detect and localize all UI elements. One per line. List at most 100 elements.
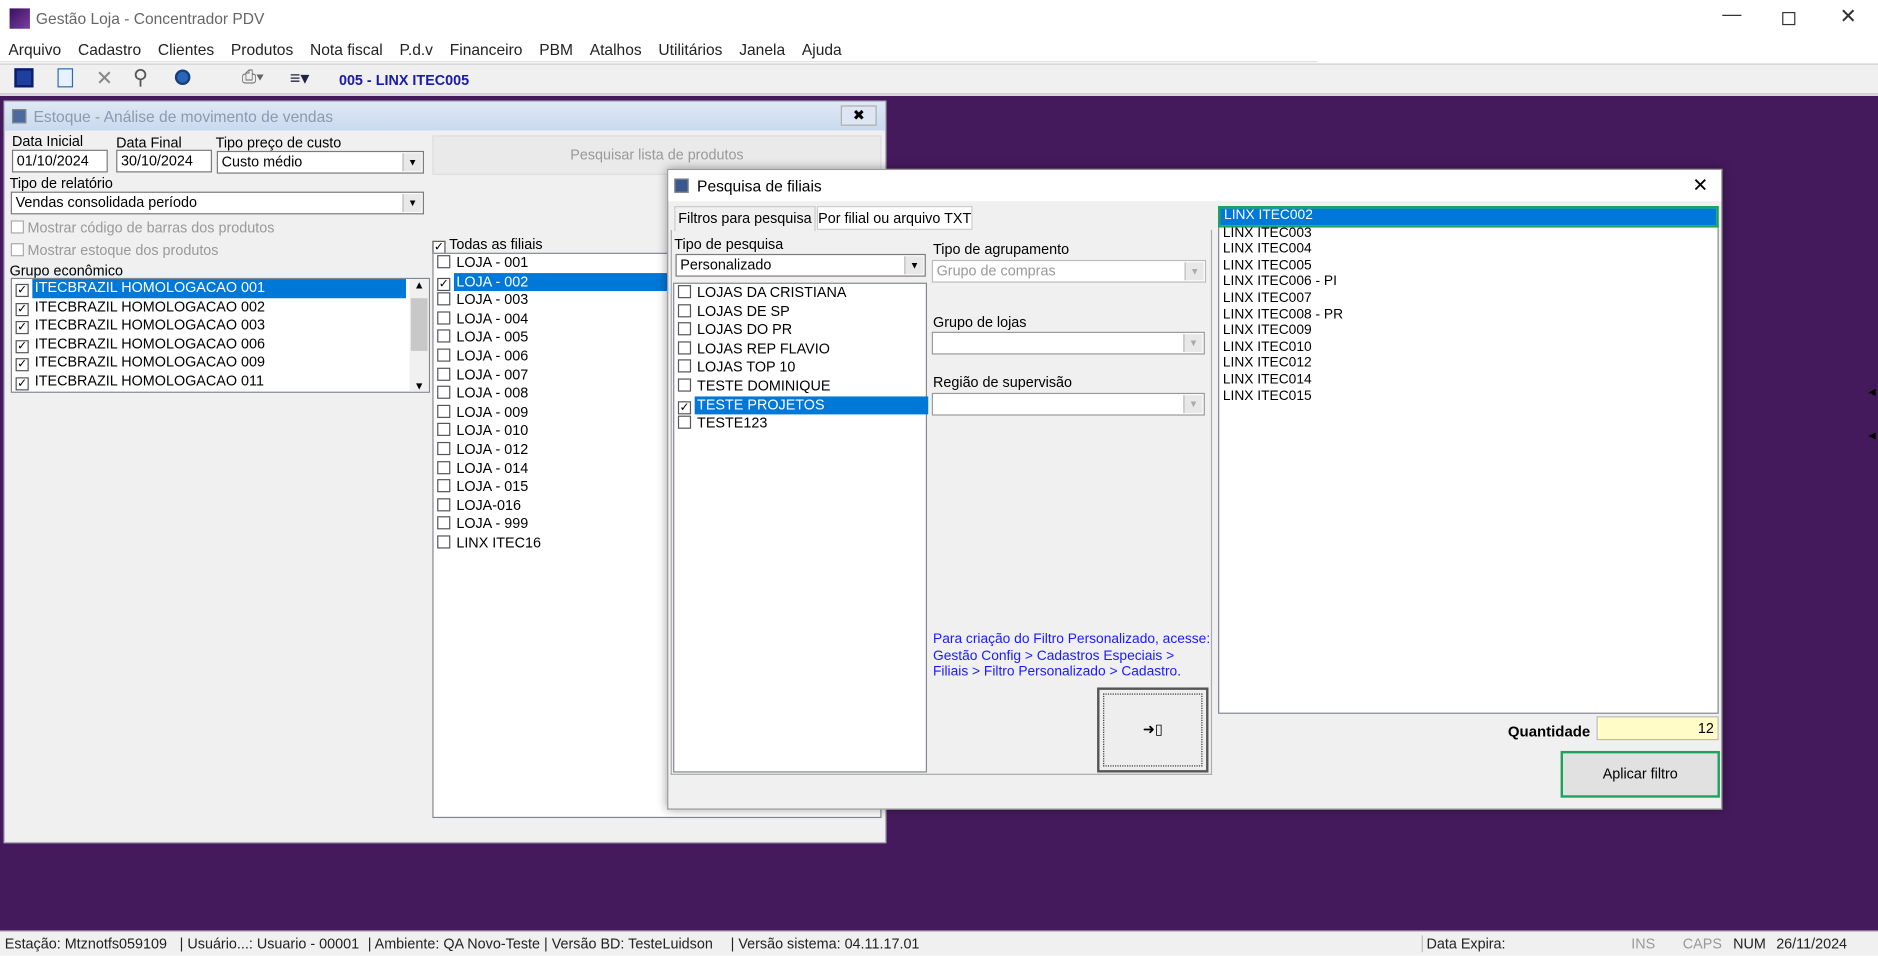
checkbox[interactable] [677,303,692,317]
data-final-input[interactable]: 30/10/2024 [116,149,212,173]
list-item[interactable]: LINX ITEC005 [1219,258,1717,274]
list-item[interactable]: TESTE DOMINIQUE [674,377,926,396]
export-icon[interactable]: ≡▾ [290,67,310,88]
list-item[interactable]: ✓ ITECBRAZIL HOMOLOGACAO 002 [12,298,429,317]
checkbox[interactable]: ✓ [15,377,29,391]
list-item[interactable]: ✓ ITECBRAZIL HOMOLOGACAO 009 [12,354,429,373]
checkbox[interactable] [437,497,451,512]
todas-filiais-checkbox[interactable]: ✓ Todas as filiais [432,236,543,254]
checkbox[interactable]: ✓ [437,277,451,291]
menu-item[interactable]: Financeiro [450,37,523,61]
menu-item[interactable]: Clientes [158,37,214,61]
checkbox[interactable]: ✓ [15,302,29,316]
menu-item[interactable]: Ajuda [802,37,842,61]
checkbox[interactable]: ✓ [15,321,29,335]
maximize-button[interactable] [1782,11,1796,26]
checkbox[interactable] [437,479,451,493]
list-item[interactable]: LOJAS DA CRISTIANA [674,284,926,303]
list-item[interactable]: LINX ITEC009 [1219,324,1717,340]
checkbox[interactable] [437,460,451,474]
agrupamento-select[interactable]: Grupo de compras ▼ [931,259,1207,283]
list-item[interactable]: ✓ ITECBRAZIL HOMOLOGACAO 011 [12,372,429,391]
checkbox[interactable]: ✓ [677,400,692,414]
menu-item[interactable]: Arquivo [8,37,61,61]
list-item[interactable]: ✓ TESTE PROJETOS [674,395,929,415]
checkbox[interactable] [437,311,451,325]
chevron-down-icon[interactable]: ▼ [1184,262,1204,281]
regiao-select[interactable]: ▼ [931,392,1205,416]
list-item[interactable]: ✓ ITECBRAZIL HOMOLOGACAO 001 [12,279,429,298]
scroll-arrows[interactable]: ◀ ◀ [1868,386,1878,470]
checkbox[interactable] [437,348,451,362]
list-item[interactable]: LINX ITEC006 - PI [1219,275,1717,291]
scrollbar[interactable]: ▲ ▼ [409,279,429,392]
save-icon[interactable] [14,68,34,88]
list-item[interactable]: LOJAS TOP 10 [674,359,926,378]
mostrar-codigo-checkbox[interactable]: Mostrar código de barras dos produtos [10,219,275,236]
list-item[interactable]: LINX ITEC012 [1219,356,1717,372]
list-item[interactable]: ✓ ITECBRAZIL HOMOLOGACAO 006 [12,335,429,354]
data-inicial-input[interactable]: 01/10/2024 [11,149,108,173]
checkbox[interactable] [437,329,451,343]
import-button[interactable]: ➜▯ [1097,687,1209,773]
checkbox[interactable] [677,415,692,429]
checkbox[interactable] [437,385,451,400]
aplicar-filtro-button[interactable]: Aplicar filtro [1560,750,1720,798]
chevron-down-icon[interactable]: ▼ [1183,334,1203,353]
menu-item[interactable]: Atalhos [590,37,642,61]
checkbox[interactable] [437,292,451,306]
list-item[interactable]: LOJAS DO PR [674,321,926,340]
mostrar-estoque-checkbox[interactable]: Mostrar estoque dos produtos [10,242,219,259]
list-item[interactable]: LINX ITEC004 [1219,242,1717,258]
list-item[interactable]: LINX ITEC015 [1219,389,1717,405]
checkbox[interactable] [677,341,692,355]
checkbox[interactable]: ✓ [15,339,29,354]
minimize-button[interactable]: — [1722,5,1741,27]
list-item[interactable]: LOJAS REP FLAVIO [674,340,926,359]
menu-item[interactable]: PBM [539,37,573,61]
checkbox[interactable]: ✓ [15,283,29,298]
menu-item[interactable]: Produtos [231,37,293,61]
grupo-lojas-select[interactable]: ▼ [931,331,1205,355]
delete-icon[interactable]: ✕ [96,67,113,91]
power-icon[interactable] [174,69,191,86]
checkbox[interactable] [437,255,451,269]
tipo-preco-select[interactable]: Custo médio ▼ [216,150,424,174]
checkbox[interactable] [677,322,692,336]
tab-filtros[interactable]: Filtros para pesquisa [674,206,816,232]
menu-item[interactable]: Nota fiscal [310,37,383,61]
list-item[interactable]: TESTE123 [674,415,926,434]
chevron-down-icon[interactable]: ▼ [402,153,422,172]
list-item[interactable]: LINX ITEC008 - PR [1219,307,1717,323]
tab-por-filial[interactable]: Por filial ou arquivo TXT [816,206,973,230]
list-item[interactable]: LINX ITEC010 [1219,340,1717,356]
checkbox[interactable]: ✓ [15,358,29,372]
new-document-icon[interactable] [57,68,74,88]
close-button[interactable]: ✖ [840,105,877,126]
list-item[interactable]: LINX ITEC014 [1219,372,1717,388]
checkbox[interactable] [437,535,451,549]
close-button[interactable]: ✕ [1840,5,1857,29]
checkbox[interactable] [677,285,692,299]
chevron-down-icon[interactable]: ▼ [904,256,924,275]
tipo-pesquisa-select[interactable]: Personalizado ▼ [675,253,926,277]
checkbox[interactable] [437,367,451,381]
checkbox[interactable] [437,516,451,530]
list-item[interactable]: LINX ITEC007 [1219,291,1717,307]
menu-item[interactable]: Utilitários [658,37,722,61]
tipo-relatorio-select[interactable]: Vendas consolidada período ▼ [10,191,424,215]
menu-item[interactable]: Janela [739,37,785,61]
search-icon[interactable]: ⚲ [133,66,148,90]
list-item[interactable]: LINX ITEC003 [1219,226,1717,242]
checkbox[interactable] [437,423,451,437]
list-item[interactable]: ✓ ITECBRAZIL HOMOLOGACAO 003 [12,316,429,335]
checkbox[interactable] [437,404,451,418]
list-item[interactable]: LOJAS DE SP [674,303,926,322]
menu-item[interactable]: Cadastro [78,37,141,61]
checkbox[interactable] [677,359,692,373]
print-icon[interactable]: ⎙▾ [242,67,264,87]
checkbox[interactable] [437,441,451,456]
list-item[interactable]: LINX ITEC002 [1218,206,1719,228]
chevron-down-icon[interactable]: ▼ [402,194,422,212]
checkbox[interactable] [677,378,692,392]
